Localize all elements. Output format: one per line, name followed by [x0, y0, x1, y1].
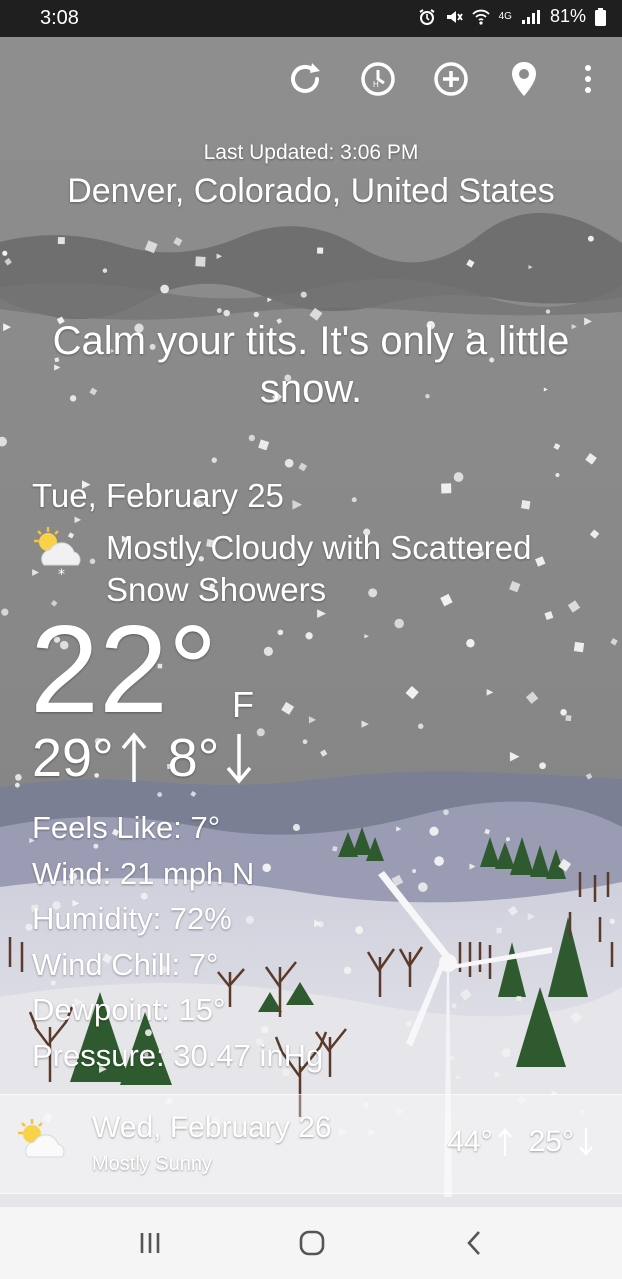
- refresh-button[interactable]: [283, 57, 327, 101]
- alarm-icon: [419, 8, 435, 25]
- lte-signal-icon: [521, 9, 540, 24]
- current-temperature: 22°: [30, 601, 218, 739]
- battery-percent: 81%: [549, 6, 586, 26]
- forecast-row[interactable]: Wed, February 26 Mostly Sunny 44° 25°: [0, 1094, 622, 1194]
- quip-line-2: snow.: [259, 367, 363, 411]
- arrow-up-icon: [121, 732, 147, 782]
- today-high: 29°: [32, 728, 114, 788]
- more-vert-icon: [585, 65, 591, 93]
- wind-chill: Wind Chill: 7°: [32, 946, 219, 982]
- weather-scene: H Last Updated: 3:06 PM Denver, Colorado…: [0, 37, 622, 1207]
- mute-icon: [446, 10, 463, 23]
- weather-details: Feels Like: 7° Wind: 21 mph N Humidity: …: [32, 805, 323, 1078]
- recents-button[interactable]: [120, 1227, 180, 1259]
- location-pin-icon: [512, 62, 536, 96]
- svg-text:*: *: [58, 567, 65, 581]
- wifi-icon: [471, 9, 490, 25]
- network-label: 4G: [498, 11, 512, 22]
- arrow-down-icon: [579, 1128, 593, 1156]
- weather-quip: Calm your tits. It's only a little snow.: [0, 317, 622, 413]
- forecast-high: 44°: [447, 1125, 493, 1158]
- forecast-condition: Mostly Sunny: [92, 1153, 213, 1175]
- svg-text:H: H: [373, 80, 379, 89]
- last-updated: Last Updated: 3:06 PM: [203, 141, 419, 164]
- status-bar: 3:08 4G 81%: [0, 0, 622, 37]
- location-name[interactable]: Denver, Colorado, United States: [0, 172, 622, 211]
- home-button[interactable]: [282, 1227, 342, 1259]
- partly-cloudy-snow-icon: *: [34, 527, 81, 581]
- quip-line-1: Calm your tits. It's only a little: [52, 319, 570, 363]
- today-date: Tue, February 25: [32, 477, 284, 514]
- more-options-button[interactable]: [566, 57, 610, 101]
- location-pin-button[interactable]: [502, 57, 546, 101]
- humidity: Humidity: 72%: [32, 901, 232, 936]
- navigation-bar: [0, 1207, 622, 1279]
- mostly-sunny-icon: [18, 1119, 65, 1158]
- pressure: Pressure: 30.47 inHg: [32, 1037, 324, 1073]
- temperature-unit: F: [232, 684, 254, 725]
- recents-icon: [140, 1233, 160, 1253]
- add-location-button[interactable]: [429, 57, 473, 101]
- battery-icon: [595, 7, 606, 26]
- arrow-down-icon: [226, 734, 252, 784]
- forecast-date: Wed, February 26: [92, 1111, 332, 1144]
- arrow-up-icon: [497, 1128, 512, 1156]
- feels-like: Feels Like: 7°: [32, 810, 221, 845]
- back-icon: [467, 1231, 480, 1255]
- dewpoint: Dewpoint: 15°: [32, 992, 226, 1027]
- refresh-icon: [291, 63, 320, 93]
- today-condition: Mostly Cloudy with Scattered Snow Shower…: [106, 527, 532, 611]
- forecast-low: 25°: [528, 1125, 574, 1158]
- status-time: 3:08: [40, 7, 79, 29]
- today-low: 8°: [167, 728, 220, 788]
- home-icon: [299, 1230, 325, 1256]
- add-location-icon: [434, 62, 468, 96]
- condition-line-1: Mostly Cloudy with Scattered: [106, 529, 532, 566]
- forecast-high-low: 44° 25°: [447, 1125, 594, 1159]
- status-icons: 4G 81%: [418, 6, 606, 27]
- back-button[interactable]: [444, 1227, 504, 1259]
- hourly-icon: H: [361, 62, 395, 96]
- hourly-button[interactable]: H: [356, 57, 400, 101]
- high-low: 29° 8°: [32, 727, 253, 789]
- wind: Wind: 21 mph N: [32, 855, 255, 891]
